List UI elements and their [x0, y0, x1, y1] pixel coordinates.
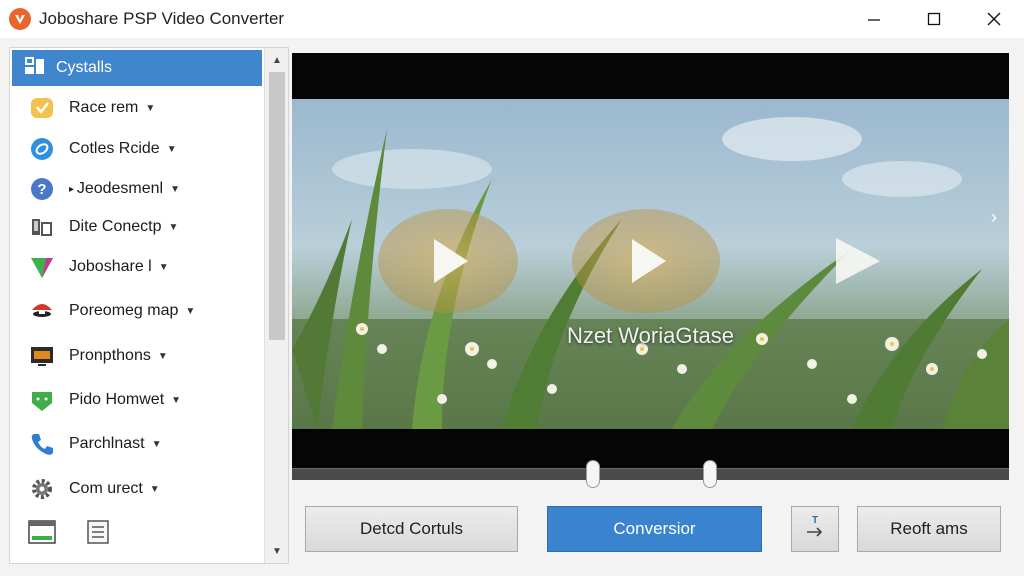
sidebar-item-poreomeg-map[interactable]: Poreomeg map ▼ [12, 293, 262, 329]
video-preview[interactable]: Nzet WoriaGtase › [292, 53, 1009, 479]
settings-button[interactable]: Reoft ams [857, 506, 1001, 552]
document-icon[interactable] [86, 520, 110, 549]
sidebar-item-com-urect[interactable]: Com urect ▼ [12, 471, 262, 507]
play-button[interactable] [822, 235, 892, 292]
category-sidebar: Cystalls Race rem ▼ Cotles Rcide ▼ ? ▸ J… [9, 47, 289, 564]
sidebar-item-dite-conectp[interactable]: Dite Conectp ▼ [12, 209, 262, 245]
svg-text:?: ? [37, 181, 46, 198]
device-icon [28, 213, 56, 241]
convert-button[interactable]: Conversior [547, 506, 762, 552]
scroll-thumb[interactable] [269, 72, 285, 340]
help-icon: ? [28, 175, 56, 203]
chevron-down-icon: ▼ [166, 143, 177, 155]
chevron-down-icon: ▼ [157, 350, 168, 362]
chevron-down-icon: ▼ [158, 261, 169, 273]
sidebar-item-race-rem[interactable]: Race rem ▼ [12, 90, 262, 126]
sidebar-item-label: Dite Conectp [69, 218, 162, 235]
globe-icon [28, 135, 56, 163]
sidebar-item-cotles-rcide[interactable]: Cotles Rcide ▼ [12, 131, 262, 167]
sidebar-item-label: Pido Homwet [69, 391, 165, 408]
sidebar-item-label: Joboshare l [69, 258, 152, 275]
category-icon [24, 56, 46, 81]
scroll-up-arrow-icon[interactable]: ▲ [265, 51, 289, 69]
sidebar-header-label: Cystalls [56, 59, 113, 76]
sidebar-item-label: Pronpthons [69, 347, 151, 364]
swap-arrow-icon: T [804, 514, 826, 545]
detect-button[interactable]: Detcd Cortuls [305, 506, 518, 552]
sidebar-item-label: Parchlnast [69, 435, 145, 452]
trim-start-handle[interactable] [586, 460, 600, 488]
minimize-button[interactable] [844, 0, 904, 38]
mushroom-icon [28, 297, 56, 325]
gear-icon [28, 475, 56, 503]
sidebar-item-pido-homwet[interactable]: Pido Homwet ▼ [12, 382, 262, 418]
play-button[interactable] [572, 209, 720, 318]
sidebar-item-label: Race rem [69, 99, 139, 116]
sidebar-item-parchlnast[interactable]: Parchlnast ▼ [12, 426, 262, 462]
heart-badge-icon [28, 94, 56, 122]
sidebar-item-label: Jeodesmenl [76, 180, 164, 197]
play-button[interactable] [378, 209, 518, 318]
sidebar-item-label: Cotles Rcide [69, 140, 160, 157]
scroll-down-arrow-icon[interactable]: ▼ [265, 542, 289, 560]
maximize-button[interactable] [904, 0, 964, 38]
trim-end-handle[interactable] [703, 460, 717, 488]
window-title: Joboshare PSP Video Converter [39, 9, 285, 28]
sidebar-item-pronpthons[interactable]: Pronpthons ▼ [12, 338, 262, 374]
chevron-down-icon: ▼ [185, 305, 196, 317]
chevron-down-icon: ▼ [171, 394, 182, 406]
title-bar: Joboshare PSP Video Converter [0, 0, 1024, 38]
seek-bar[interactable] [292, 468, 1009, 480]
phone-icon [28, 430, 56, 458]
sidebar-scrollbar[interactable]: ▲ ▼ [264, 48, 288, 563]
app-logo-icon [9, 8, 31, 30]
android-icon [28, 386, 56, 414]
monitor-icon [28, 342, 56, 370]
joboshare-logo-icon [28, 253, 56, 281]
close-button[interactable] [964, 0, 1024, 38]
sidebar-item-label: Com urect [69, 480, 143, 497]
video-caption: Nzet WoriaGtase [566, 323, 735, 348]
chevron-down-icon: ▼ [170, 183, 180, 195]
chevron-down-icon: ▼ [151, 438, 162, 450]
list-panel-icon[interactable] [28, 520, 56, 549]
swap-button[interactable]: T [791, 506, 839, 552]
svg-text:T: T [812, 515, 818, 526]
chevron-right-icon[interactable]: › [991, 207, 997, 228]
category-list: Cystalls Race rem ▼ Cotles Rcide ▼ ? ▸ J… [10, 48, 264, 563]
sidebar-item-prefix: ▸ [69, 183, 77, 195]
chevron-down-icon: ▼ [149, 483, 160, 495]
sidebar-header[interactable]: Cystalls [12, 50, 262, 86]
chevron-down-icon: ▼ [168, 221, 179, 233]
sidebar-item-jeodesmenl[interactable]: ? ▸ Jeodesmenl ▼ [12, 171, 262, 207]
chevron-down-icon: ▼ [145, 102, 156, 114]
sidebar-item-joboshare[interactable]: Joboshare l ▼ [12, 249, 262, 285]
sidebar-item-label: Poreomeg map [69, 302, 179, 319]
